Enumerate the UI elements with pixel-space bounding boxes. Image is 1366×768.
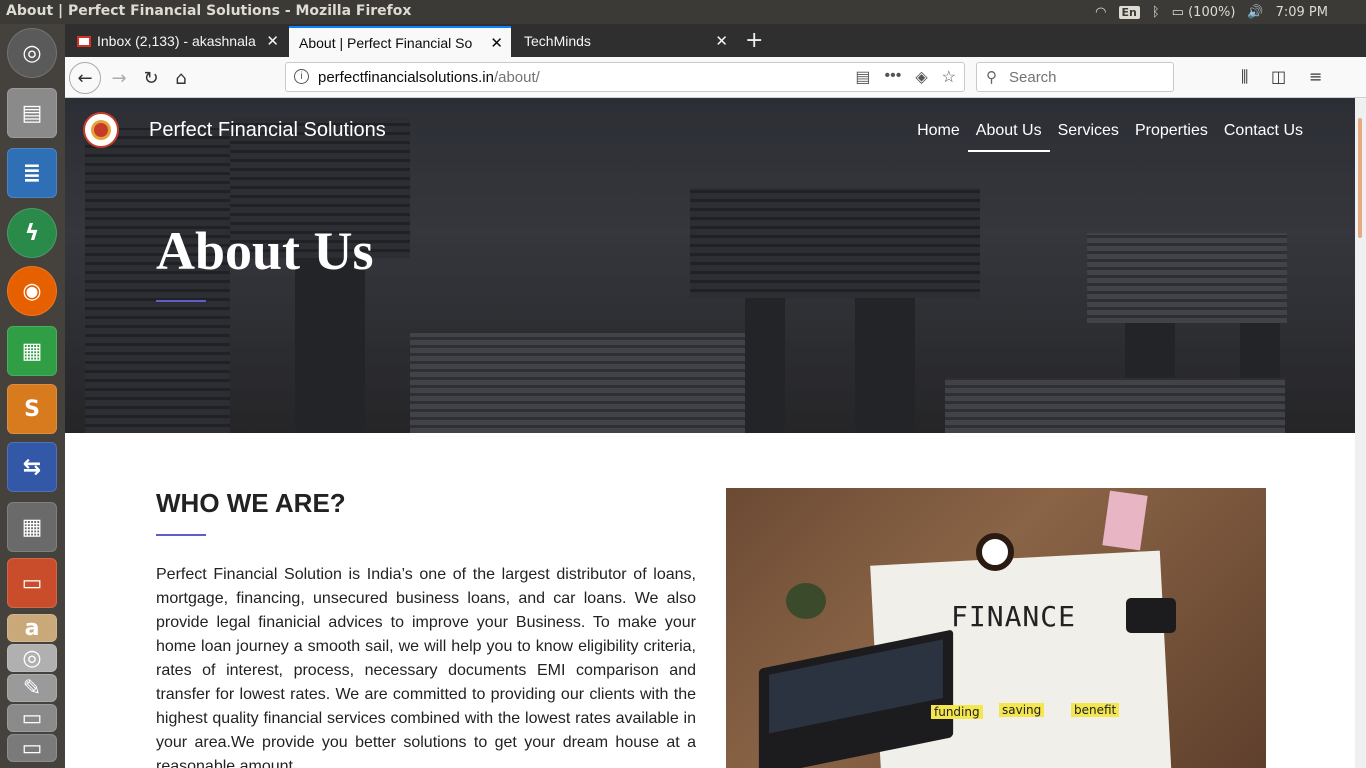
impress-icon[interactable]: ▭ — [7, 558, 57, 608]
top-panel: About | Perfect Financial Solutions - Mo… — [0, 0, 1366, 24]
forward-button[interactable]: → — [105, 65, 133, 91]
new-tab-button[interactable]: + — [745, 28, 763, 53]
menu-home[interactable]: Home — [909, 120, 968, 152]
section-underline — [156, 534, 206, 536]
arrow-left-icon: ← — [77, 67, 93, 89]
menu-properties[interactable]: Properties — [1127, 120, 1216, 152]
sidebar-icon[interactable]: ◫ — [1271, 67, 1286, 86]
sublime-icon[interactable]: S — [7, 384, 57, 434]
menu-contact-us[interactable]: Contact Us — [1216, 120, 1311, 152]
search-icon: ⚲ — [986, 69, 997, 86]
library-icon[interactable]: ⫼ — [1241, 67, 1248, 87]
menu-icon[interactable]: ≡ — [1309, 67, 1322, 86]
battery-icon: ▭ — [1171, 4, 1184, 20]
url-domain: perfectfinancialsolutions.in — [318, 69, 494, 86]
tab-label: TechMinds — [524, 33, 591, 49]
amazon-icon[interactable]: a — [7, 614, 57, 642]
close-icon[interactable]: ✕ — [266, 32, 279, 50]
site-brand[interactable]: Perfect Financial Solutions — [83, 112, 386, 148]
close-icon[interactable]: ✕ — [715, 32, 728, 50]
launcher: ◎ ▤ ≣ ϟ ◉ ▦ S ⇆ ▦ ▭ a ◎ ✎ ▭ ▭ — [0, 24, 65, 768]
reload-icon: ↻ — [143, 67, 159, 89]
bookmark-star-icon[interactable]: ☆ — [942, 67, 956, 87]
keyboard-layout-indicator[interactable]: En — [1118, 5, 1140, 19]
battery-percent: (100%) — [1188, 4, 1236, 20]
page-scrollbar[interactable] — [1355, 98, 1366, 768]
gmail-icon — [77, 36, 91, 47]
back-button[interactable]: ← — [69, 62, 101, 94]
main-menu: Home About Us Services Properties Contac… — [909, 120, 1311, 152]
laptop-screen — [769, 639, 943, 734]
trash-icon[interactable]: ▭ — [7, 734, 57, 762]
navigation-toolbar: ← → ↻ ⌂ i perfectfinancialsolutions.in/a… — [65, 57, 1366, 98]
url-actions: ▤ ••• ◈ ☆ — [855, 67, 956, 87]
search-input[interactable]: ⚲ Search — [976, 62, 1174, 92]
calc-icon[interactable]: ▦ — [7, 326, 57, 376]
battery-indicator[interactable]: ▭ (100%) — [1172, 5, 1236, 20]
web-page: Perfect Financial Solutions Home About U… — [65, 98, 1355, 768]
reload-button[interactable]: ↻ — [137, 65, 165, 91]
scrollbar-thumb[interactable] — [1358, 118, 1362, 238]
firefox-icon[interactable]: ◉ — [7, 266, 57, 316]
disc-icon[interactable]: ◎ — [7, 644, 57, 672]
remote-desktop-icon[interactable]: ⇆ — [7, 442, 57, 492]
camera — [1126, 598, 1176, 633]
finance-word: FINANCE — [951, 600, 1077, 633]
page-title: About Us — [156, 221, 374, 281]
arrow-right-icon: → — [111, 67, 127, 89]
tab-about[interactable]: About | Perfect Financial So ✕ — [289, 26, 511, 57]
tab-techminds[interactable]: TechMinds ✕ — [514, 26, 736, 57]
pocket-icon[interactable]: ◈ — [915, 67, 927, 87]
clock[interactable]: 7:09 PM — [1276, 5, 1328, 20]
text-editor-icon[interactable]: ✎ — [7, 674, 57, 702]
site-name[interactable]: Perfect Financial Solutions — [149, 119, 386, 142]
calculator-icon[interactable]: ▦ — [7, 502, 57, 552]
tab-inbox[interactable]: Inbox (2,133) - akashnala ✕ — [67, 26, 287, 57]
files-icon[interactable]: ▤ — [7, 88, 57, 138]
finance-image: FINANCE funding saving benefit — [726, 488, 1266, 768]
menu-about-us[interactable]: About Us — [967, 120, 1050, 152]
info-icon[interactable]: i — [294, 69, 309, 84]
url-bar[interactable]: i perfectfinancialsolutions.in/about/ ▤ … — [285, 62, 965, 92]
close-icon[interactable]: ✕ — [490, 34, 503, 52]
ubuntu-dash-icon[interactable]: ◎ — [7, 28, 57, 78]
writer-icon[interactable]: ≣ — [7, 148, 57, 198]
benefit-label: benefit — [1071, 703, 1120, 717]
coffee-cup — [976, 533, 1014, 571]
workspace-switcher-icon[interactable]: ▭ — [7, 704, 57, 732]
url-text[interactable]: perfectfinancialsolutions.in/about/ — [318, 69, 540, 86]
funding-label: funding — [931, 705, 983, 719]
section-body: Perfect Financial Solution is India’s on… — [156, 566, 696, 768]
logo-mark — [94, 123, 108, 137]
search-placeholder: Search — [1009, 69, 1057, 86]
saving-label: saving — [999, 703, 1045, 717]
system-tray: ◠ En ᛒ ▭ (100%) 🔊 7:09 PM — [1095, 3, 1328, 21]
window-title: About | Perfect Financial Solutions - Mo… — [6, 3, 412, 19]
title-underline — [156, 300, 206, 302]
tab-bar: Inbox (2,133) - akashnala ✕ About | Perf… — [65, 24, 1366, 57]
url-path: /about/ — [493, 69, 540, 86]
wifi-icon[interactable]: ◠ — [1095, 5, 1106, 20]
reader-view-icon[interactable]: ▤ — [855, 67, 870, 87]
menu-services[interactable]: Services — [1050, 120, 1127, 152]
downloader-icon[interactable]: ϟ — [7, 208, 57, 258]
site-logo[interactable] — [83, 112, 119, 148]
home-icon: ⌂ — [175, 67, 187, 89]
plant — [786, 583, 826, 619]
hero-banner: Perfect Financial Solutions Home About U… — [65, 98, 1355, 433]
section-title: WHO WE ARE? — [156, 488, 346, 518]
volume-icon[interactable]: 🔊 — [1247, 5, 1263, 20]
bluetooth-icon[interactable]: ᛒ — [1152, 5, 1160, 20]
tab-label: About | Perfect Financial So — [299, 35, 473, 51]
pink-card — [1102, 490, 1148, 551]
page-actions-icon[interactable]: ••• — [885, 67, 902, 87]
home-button[interactable]: ⌂ — [167, 65, 195, 91]
tab-label: Inbox (2,133) - akashnala — [97, 33, 256, 49]
